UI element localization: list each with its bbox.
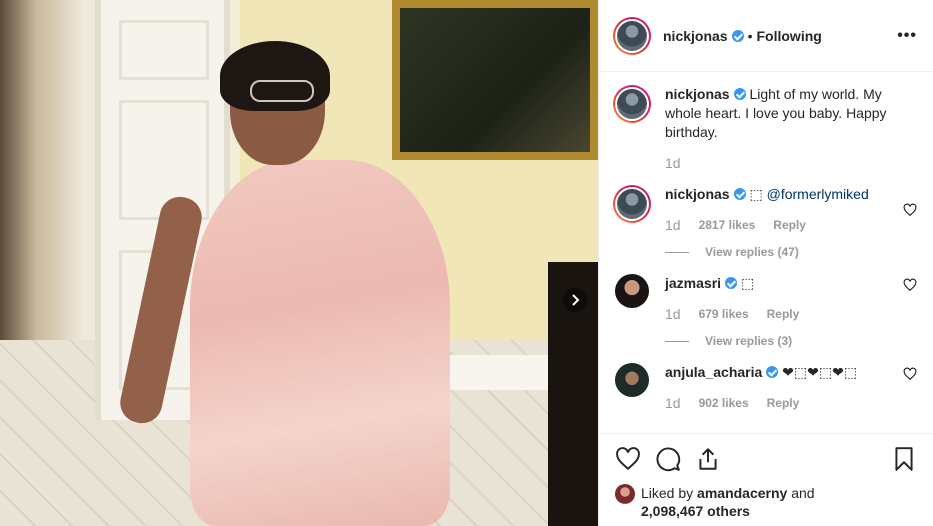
caption-age[interactable]: 1d	[665, 154, 681, 173]
liker-avatar[interactable]	[615, 484, 635, 504]
heart-icon[interactable]	[903, 203, 917, 217]
comment-likes[interactable]: 2817 likes	[699, 216, 756, 235]
heart-icon[interactable]	[903, 367, 917, 381]
comment-age[interactable]: 1d	[665, 216, 681, 235]
caption-username[interactable]: nickjonas	[665, 86, 730, 102]
comment-age[interactable]: 1d	[665, 305, 681, 324]
caption-avatar[interactable]	[613, 85, 651, 123]
comment-username[interactable]: anjula_acharia	[665, 364, 762, 380]
comments-list[interactable]: nickjonas Light of my world. My whole he…	[599, 73, 933, 433]
view-replies-button[interactable]: View replies (3)	[665, 332, 893, 351]
post-photo[interactable]	[0, 0, 598, 526]
view-replies-label: View replies (3)	[705, 334, 793, 348]
reply-button[interactable]: Reply	[767, 305, 800, 324]
photo-person	[116, 41, 490, 526]
view-replies-label: View replies (47)	[705, 245, 799, 259]
liked-by: Liked by amandacerny and 2,098,467 other…	[615, 484, 917, 520]
comment-mention[interactable]: @formerlymiked	[767, 186, 869, 202]
heart-icon[interactable]	[903, 278, 917, 292]
liker-username[interactable]: amandacerny	[697, 485, 787, 501]
author-username[interactable]: nickjonas	[663, 28, 728, 44]
post-footer: Liked by amandacerny and 2,098,467 other…	[599, 433, 933, 526]
comment-likes[interactable]: 902 likes	[699, 394, 749, 413]
liked-by-prefix: Liked by	[641, 485, 694, 501]
comment-avatar[interactable]	[615, 363, 649, 397]
separator-dot: •	[747, 27, 753, 44]
comment-item: nickjonas ⬚ @formerlymiked 1d 2817 likes…	[613, 173, 917, 262]
comment-text: ⬚	[740, 275, 755, 291]
comment-item: anjula_acharia ❤⬚❤⬚❤⬚ 1d 902 likes Reply	[613, 351, 917, 413]
post-panel: nickjonas • Following ••• nickjonas Ligh…	[598, 0, 933, 526]
chevron-right-icon	[572, 294, 580, 306]
comment-age[interactable]: 1d	[665, 394, 681, 413]
heart-icon[interactable]	[615, 446, 641, 472]
comment-username[interactable]: nickjonas	[665, 186, 730, 202]
comment-text: ⬚	[749, 186, 767, 202]
view-replies-button[interactable]: View replies (47)	[665, 243, 893, 262]
post-header: nickjonas • Following •••	[599, 0, 933, 72]
following-button[interactable]: Following	[757, 28, 822, 44]
comment-avatar[interactable]	[615, 274, 649, 308]
share-icon[interactable]	[695, 446, 721, 472]
verified-icon	[766, 366, 779, 378]
comment-text: ❤⬚❤⬚❤⬚	[782, 364, 858, 380]
reply-button[interactable]: Reply	[767, 394, 800, 413]
comment-username[interactable]: jazmasri	[665, 275, 721, 291]
comment-item: jazmasri ⬚ 1d 679 likes Reply View repli…	[613, 262, 917, 351]
action-bar	[615, 434, 917, 484]
caption: nickjonas Light of my world. My whole he…	[613, 73, 917, 173]
bookmark-icon[interactable]	[891, 446, 917, 472]
verified-icon	[731, 29, 744, 42]
liked-by-conjunction: and	[791, 485, 815, 501]
comment-likes[interactable]: 679 likes	[699, 305, 749, 324]
likes-count[interactable]: 2,098,467 others	[641, 503, 750, 519]
reply-button[interactable]: Reply	[773, 216, 806, 235]
author-avatar[interactable]	[613, 16, 651, 55]
comment-avatar[interactable]	[613, 185, 651, 223]
verified-icon	[733, 88, 746, 100]
verified-icon	[733, 188, 746, 200]
comment-icon[interactable]	[655, 446, 681, 472]
more-icon[interactable]: •••	[897, 27, 917, 45]
verified-icon	[725, 277, 738, 289]
next-photo-button[interactable]	[563, 288, 587, 312]
